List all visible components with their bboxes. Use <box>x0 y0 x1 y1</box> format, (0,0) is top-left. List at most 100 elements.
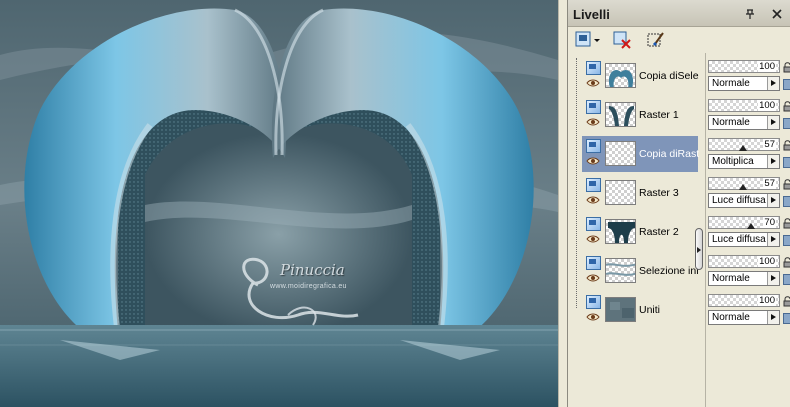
lock-icon[interactable] <box>783 296 790 307</box>
wave-thumbnail-icon <box>605 258 636 283</box>
visibility-eye-icon[interactable] <box>586 195 600 204</box>
arch-thumbnail-icon <box>605 63 636 88</box>
layer-name: Copia diSelez <box>639 70 699 82</box>
group-link-icon[interactable] <box>783 118 790 129</box>
curtain-thumbnail-icon <box>605 102 636 127</box>
opacity-slider[interactable]: 57 <box>708 177 780 190</box>
opacity-slider[interactable]: 57 <box>708 138 780 151</box>
dropdown-arrow-icon[interactable] <box>767 116 779 129</box>
blend-mode-label: Luce diffusa <box>712 195 766 206</box>
group-link-icon[interactable] <box>783 235 790 246</box>
blend-mode-label: Moltiplica <box>712 156 754 167</box>
layer-name: Raster 3 <box>639 187 679 199</box>
close-icon[interactable] <box>771 8 783 20</box>
layer-name: Uniti <box>639 304 661 316</box>
blend-mode-label: Luce diffusa <box>712 234 766 245</box>
watermark: Pinuccia www.moidiregrafica.eu <box>228 255 378 335</box>
visibility-eye-icon[interactable] <box>586 273 600 282</box>
raster-layer-icon[interactable] <box>586 295 601 309</box>
blend-mode-select[interactable]: Normale <box>708 76 780 91</box>
layer-name: Raster 1 <box>639 109 679 121</box>
blend-mode-select[interactable]: Normale <box>708 115 780 130</box>
image-canvas[interactable]: Pinuccia www.moidiregrafica.eu <box>0 0 558 407</box>
group-link-icon[interactable] <box>783 313 790 324</box>
opacity-slider[interactable]: 100 <box>708 294 780 307</box>
lock-icon[interactable] <box>783 218 790 229</box>
visibility-eye-icon[interactable] <box>586 312 600 321</box>
raster-layer-icon[interactable] <box>586 256 601 270</box>
raster-layer-icon[interactable] <box>586 61 601 75</box>
slider-marker[interactable] <box>739 184 747 190</box>
dropdown-arrow-icon[interactable] <box>767 272 779 285</box>
layer-props-row: 100 Normale <box>706 97 790 136</box>
texture-thumbnail-icon <box>605 297 636 322</box>
layer-props-row: 100 Normale <box>706 253 790 292</box>
lock-icon[interactable] <box>783 62 790 73</box>
blend-mode-select[interactable]: Moltiplica <box>708 154 780 169</box>
blend-mode-label: Normale <box>712 312 750 323</box>
layer-row[interactable]: Raster 3 <box>582 175 698 211</box>
palette-titlebar[interactable]: Livelli <box>568 0 790 27</box>
raster-layer-icon[interactable] <box>586 217 601 231</box>
opacity-value: 57 <box>763 178 776 189</box>
layers-list: Copia diSelez Raster 1 Copia diRaste Raster… <box>568 53 703 407</box>
dropdown-arrow-icon[interactable] <box>767 155 779 168</box>
layer-properties-icon[interactable] <box>646 30 666 50</box>
blend-mode-label: Normale <box>712 273 750 284</box>
slider-marker[interactable] <box>739 145 747 151</box>
group-link-icon[interactable] <box>783 79 790 90</box>
transparent-thumbnail-icon <box>605 180 636 205</box>
blend-mode-select[interactable]: Normale <box>708 271 780 286</box>
layer-row[interactable]: Copia diRaste <box>582 136 699 172</box>
new-raster-layer-icon[interactable] <box>574 30 602 50</box>
layer-name: Selezione inn <box>639 265 699 277</box>
transparent-thumbnail-icon <box>605 141 636 166</box>
group-link-icon[interactable] <box>783 274 790 285</box>
raster-layer-icon[interactable] <box>586 139 601 153</box>
artwork <box>0 0 558 407</box>
blend-mode-select[interactable]: Luce diffusa <box>708 193 780 208</box>
opacity-slider[interactable]: 100 <box>708 60 780 73</box>
lock-icon[interactable] <box>783 101 790 112</box>
raster-layer-icon[interactable] <box>586 100 601 114</box>
splitter[interactable] <box>558 0 567 407</box>
layer-row[interactable]: Copia diSelez <box>582 58 699 94</box>
visibility-eye-icon[interactable] <box>586 117 600 126</box>
opacity-slider[interactable]: 70 <box>708 216 780 229</box>
raster-layer-icon[interactable] <box>586 178 601 192</box>
layer-row[interactable]: Uniti <box>582 292 698 328</box>
slider-marker[interactable] <box>747 223 755 229</box>
delete-layer-icon[interactable] <box>612 30 632 50</box>
opacity-value: 100 <box>758 295 776 306</box>
pin-icon[interactable] <box>744 8 756 20</box>
lock-icon[interactable] <box>783 179 790 190</box>
blend-mode-select[interactable]: Luce diffusa <box>708 232 780 247</box>
layer-props-row: 57 Luce diffusa <box>706 175 790 214</box>
layer-props-row: 100 Normale <box>706 58 790 97</box>
watermark-url: www.moidiregrafica.eu <box>270 283 347 290</box>
visibility-eye-icon[interactable] <box>586 156 600 165</box>
opacity-slider[interactable]: 100 <box>708 99 780 112</box>
blend-mode-label: Normale <box>712 78 750 89</box>
group-link-icon[interactable] <box>783 157 790 168</box>
lock-icon[interactable] <box>783 257 790 268</box>
layer-row[interactable]: Selezione inn <box>582 253 699 289</box>
layer-row[interactable]: Raster 1 <box>582 97 698 133</box>
dropdown-arrow-icon[interactable] <box>767 311 779 324</box>
blend-mode-label: Normale <box>712 117 750 128</box>
opacity-slider[interactable]: 100 <box>708 255 780 268</box>
blend-mode-select[interactable]: Normale <box>708 310 780 325</box>
lock-icon[interactable] <box>783 140 790 151</box>
visibility-eye-icon[interactable] <box>586 78 600 87</box>
layer-properties-column: 100 Normale 100 Normale 57 Moltiplica 57 Luce d… <box>705 53 790 407</box>
dropdown-arrow-icon[interactable] <box>767 233 779 246</box>
layer-props-row: 70 Luce diffusa <box>706 214 790 253</box>
expand-arrow-icon[interactable] <box>697 247 701 253</box>
layer-name: Copia diRaste <box>639 148 699 160</box>
visibility-eye-icon[interactable] <box>586 234 600 243</box>
layer-row[interactable]: Raster 2 <box>582 214 698 250</box>
dropdown-arrow-icon[interactable] <box>767 194 779 207</box>
dropdown-arrow-icon[interactable] <box>767 77 779 90</box>
group-link-icon[interactable] <box>783 196 790 207</box>
palette-title: Livelli <box>573 7 610 22</box>
